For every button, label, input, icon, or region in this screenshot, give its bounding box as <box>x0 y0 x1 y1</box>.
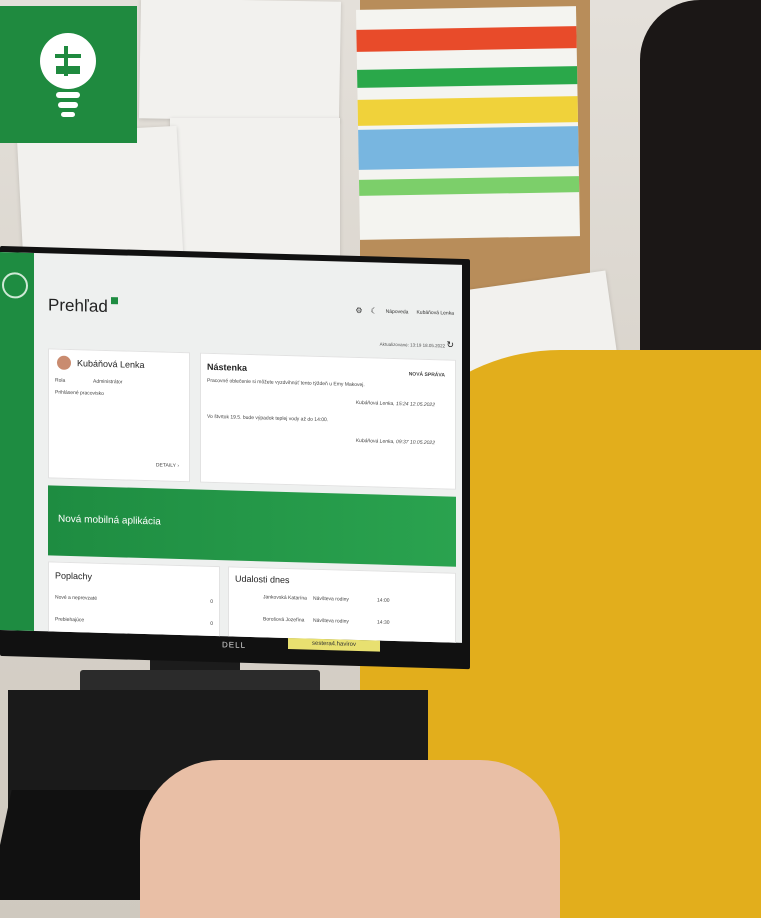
notice-paper <box>16 125 184 265</box>
banner-title: Nová mobilná aplikácia <box>58 513 161 528</box>
alarm-row-label: Prebiehajúce <box>55 616 85 624</box>
moon-icon[interactable]: ☾ <box>370 306 377 315</box>
alarm-row-value: 0 <box>210 598 213 605</box>
page-title: Prehľad <box>48 295 118 317</box>
new-message-button[interactable]: NOVÁ SPRÁVA <box>409 371 445 378</box>
refresh-icon[interactable]: ↻ <box>446 339 454 349</box>
updated-timestamp: Aktualizované: 13:19 18.05.2022 ↻ <box>379 339 454 350</box>
alarms-card: Poplachy Nové a neprevzaté 0 Prebiehajúc… <box>48 561 220 643</box>
lightbulb-puzzle-icon <box>40 33 96 117</box>
gear-icon[interactable]: ⚙ <box>355 306 362 315</box>
monitor-sticker: sestera4.havirov <box>288 638 380 652</box>
mobile-app-banner[interactable]: Nová mobilná aplikácia <box>48 485 456 567</box>
notice-paper <box>138 0 342 122</box>
monitor-screen: Prehľad ⚙ ☾ Nápoveda Kubáňová Lenka Aktu… <box>0 252 462 643</box>
logged-workplace-label: Prihlásené pracovisko <box>55 389 104 397</box>
avatar <box>57 355 71 370</box>
notice-paper <box>170 118 340 268</box>
person-arm <box>140 760 560 918</box>
role-value: Administrátor <box>93 378 123 386</box>
alarm-row-value: 0 <box>210 620 213 627</box>
board-message-meta: Kubáňová Lenka, 15:24 12.05.2022 <box>355 399 435 409</box>
event-time: 14:30 <box>377 619 390 626</box>
board-message: Vo štvrtok 19.5. bude výpadok teplej vod… <box>207 413 329 424</box>
alarms-title: Poplachy <box>55 570 93 582</box>
topbar: ⚙ ☾ Nápoveda Kubáňová Lenka <box>355 306 454 318</box>
board-message: Pracovné oblečenie si môžete vyzdvihnúť … <box>207 377 365 389</box>
brand-badge <box>0 6 137 143</box>
event-type: Návšteva rodiny <box>313 595 349 603</box>
board-card: Nástenka NOVÁ SPRÁVA Pracovné oblečenie … <box>200 352 456 490</box>
profile-card: Kubáňová Lenka Rola Administrátor Prihlá… <box>48 348 190 483</box>
user-menu[interactable]: Kubáňová Lenka <box>416 309 454 316</box>
event-type: Návšteva rodiny <box>313 617 349 625</box>
alarm-row-label: Nové a neprevzaté <box>55 594 97 602</box>
events-card: Udalosti dnes Jankovská Katarína Návštev… <box>228 566 456 643</box>
event-name: Jankovská Katarína <box>263 594 307 602</box>
events-title: Udalosti dnes <box>235 573 290 586</box>
event-name: Borošová Jozefína <box>263 616 305 624</box>
monitor: Prehľad ⚙ ☾ Nápoveda Kubáňová Lenka Aktu… <box>0 246 470 670</box>
photo-scene: Prehľad ⚙ ☾ Nápoveda Kubáňová Lenka Aktu… <box>0 0 761 918</box>
monitor-brand: DELL <box>222 640 247 650</box>
board-title: Nástenka <box>207 361 248 373</box>
profile-name: Kubáňová Lenka <box>77 358 145 371</box>
app-main: Prehľad ⚙ ☾ Nápoveda Kubáňová Lenka Aktu… <box>34 253 462 643</box>
role-label: Rola <box>55 377 66 384</box>
app-sidebar <box>0 252 34 631</box>
schedule-sheet <box>356 6 580 240</box>
event-time: 14:00 <box>377 597 390 604</box>
board-message-meta: Kubáňová Lenka, 09:37 10.05.2022 <box>355 437 435 447</box>
help-link[interactable]: Nápoveda <box>386 308 409 315</box>
details-button[interactable]: DETAILY › <box>156 462 179 469</box>
